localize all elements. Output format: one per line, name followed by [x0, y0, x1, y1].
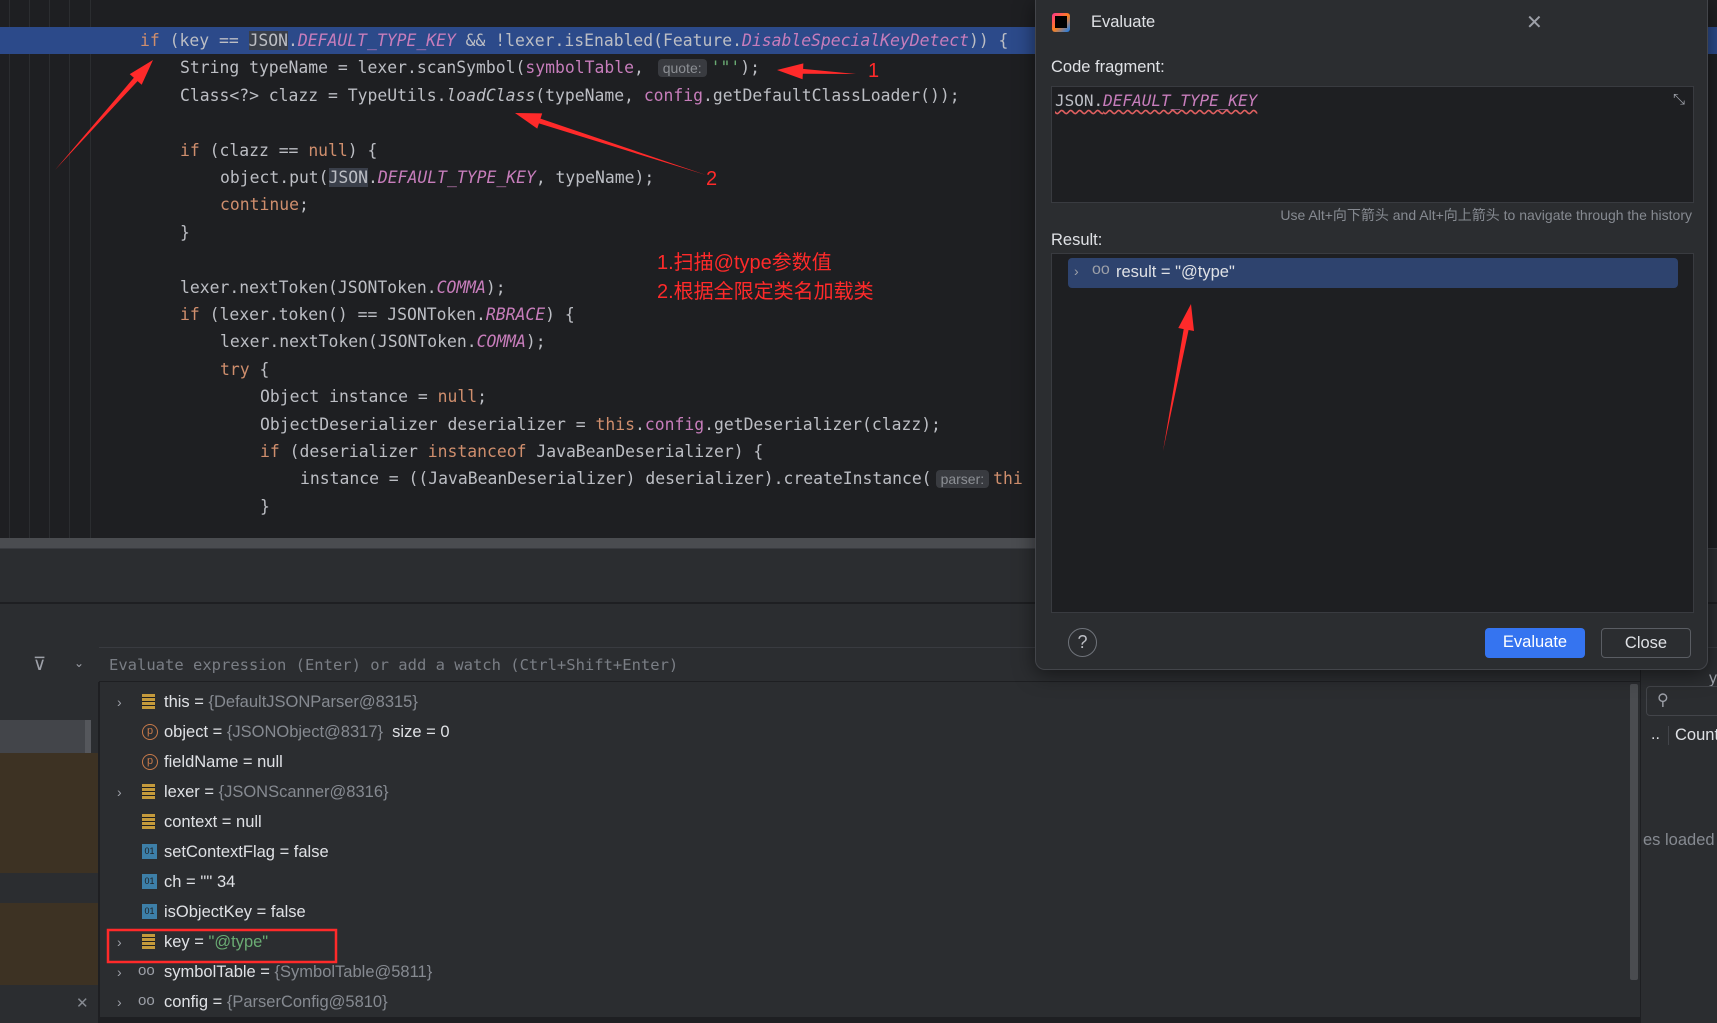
annotation-note-1: 1.扫描@type参数值: [657, 252, 832, 274]
annotation-layer: [55, 60, 1194, 964]
arrow-result: [1163, 304, 1194, 451]
annotation-note-2: 2.根据全限定类名加载类: [657, 281, 874, 303]
arrow-1: [777, 63, 856, 80]
highlight-box: [106, 928, 338, 964]
arrow-diagonal: [55, 60, 153, 170]
arrow-2: [515, 113, 706, 175]
arrow1-label: 1: [868, 60, 880, 82]
arrow2-label: 2: [706, 168, 718, 190]
